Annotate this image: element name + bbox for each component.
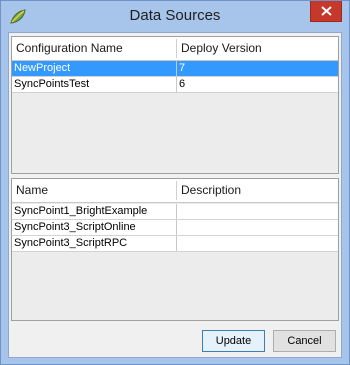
data-sources-table-header: Name Description [12,179,338,203]
data-source-description-cell [177,236,339,251]
configuration-name-cell: SyncPointsTest [14,78,90,90]
table-row[interactable]: SyncPoint3_ScriptOnline [12,220,338,236]
title-bar[interactable]: Data Sources [1,1,349,32]
data-source-description-cell [177,220,339,235]
cancel-button[interactable]: Cancel [273,330,336,352]
dialog-client-area: Configuration Name Deploy Version NewPro… [8,32,342,358]
configurations-table: Configuration Name Deploy Version NewPro… [11,36,339,174]
close-button[interactable] [310,1,342,22]
data-sources-table: Name Description SyncPoint1_BrightExampl… [11,178,339,321]
data-source-description-cell [177,204,339,219]
table-row[interactable]: SyncPoint1_BrightExample [12,204,338,220]
table-row[interactable]: NewProject 7 [12,61,338,77]
column-header-description[interactable]: Description [177,179,339,202]
table-row[interactable]: SyncPointsTest 6 [12,77,338,93]
configuration-name-cell: NewProject [14,62,71,74]
column-header-deploy-version[interactable]: Deploy Version [177,37,339,60]
configurations-table-header: Configuration Name Deploy Version [12,37,338,61]
update-button[interactable]: Update [202,330,265,352]
data-source-name-cell: SyncPoint3_ScriptRPC [14,237,128,249]
deploy-version-cell: 7 [179,62,186,74]
table-row[interactable]: SyncPoint3_ScriptRPC [12,236,338,252]
column-header-configuration-name[interactable]: Configuration Name [12,37,176,60]
column-header-name[interactable]: Name [12,179,176,202]
deploy-version-cell: 6 [179,78,186,90]
close-icon [321,6,332,16]
data-sources-dialog: Data Sources Configuration Name Deploy V… [0,0,350,365]
window-title: Data Sources [129,7,221,24]
data-source-name-cell: SyncPoint1_BrightExample [14,205,148,217]
data-source-name-cell: SyncPoint3_ScriptOnline [14,221,136,233]
